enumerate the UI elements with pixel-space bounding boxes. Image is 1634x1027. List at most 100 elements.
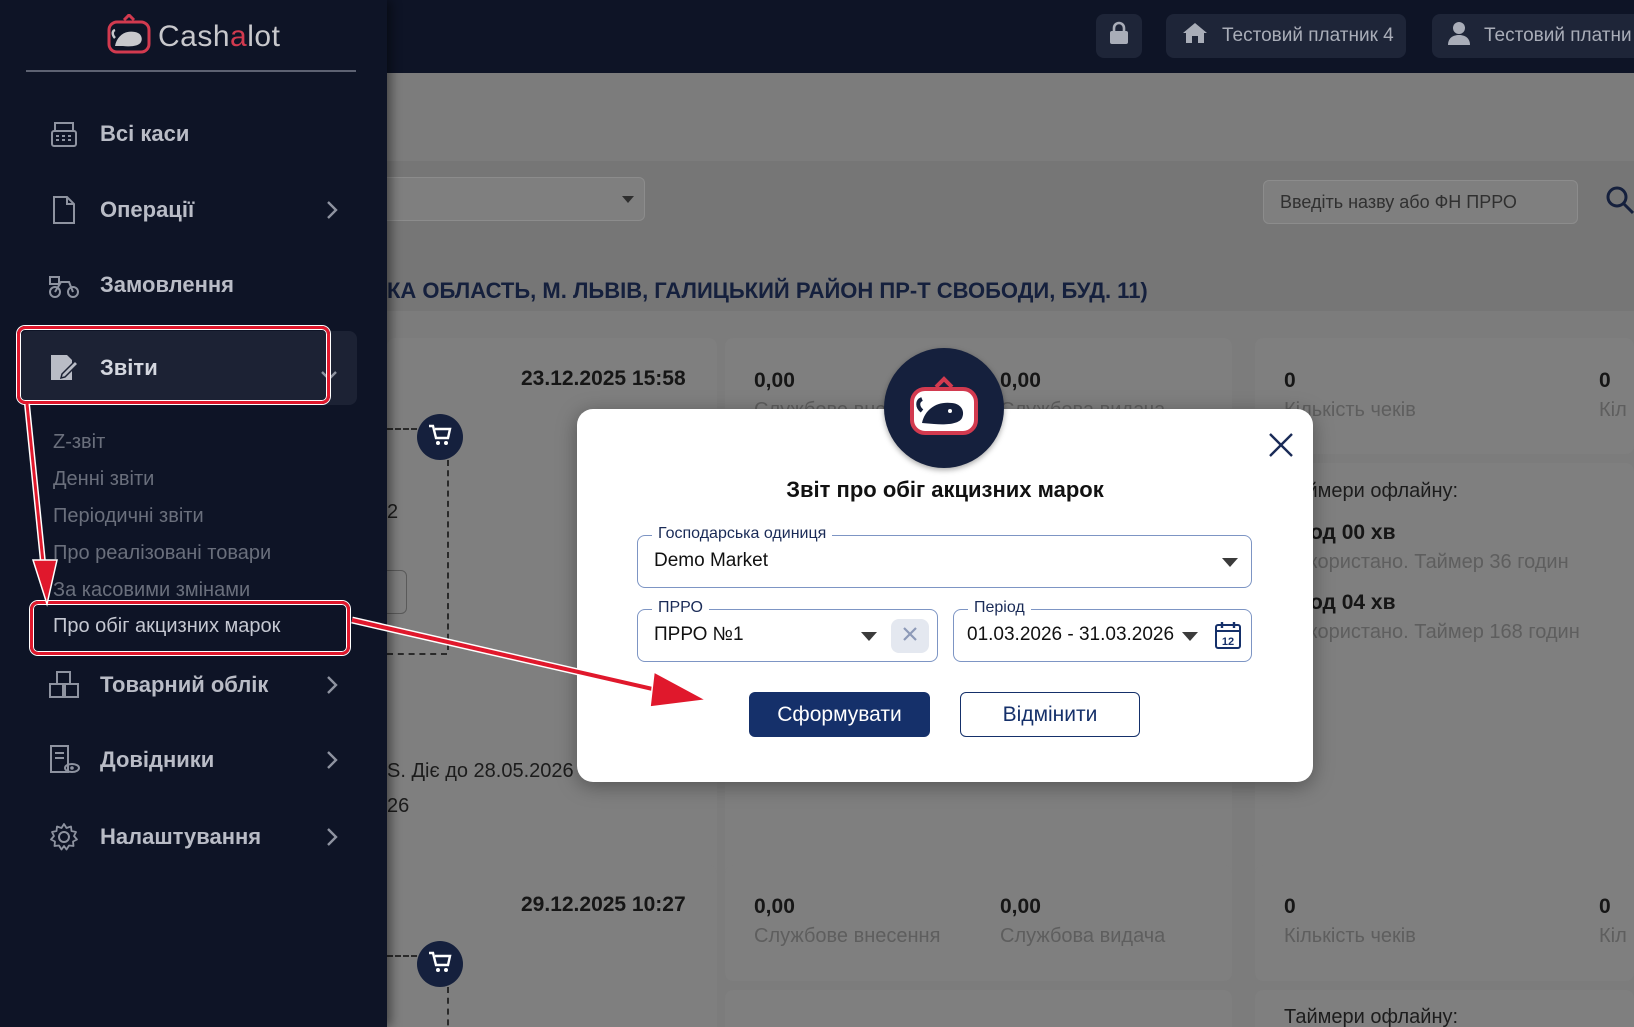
checks-label: Кількість чеків [1284,925,1416,947]
reports-submenu-shifts[interactable]: За касовими змінами [53,579,250,602]
search-input[interactable]: Введіть назву або ФН ПРРО [1263,180,1578,224]
divider [387,955,417,957]
extra-value: 0 [1599,369,1611,392]
business-unit-value: Demo Market [654,550,769,571]
user-label: Тестовий платни [1484,25,1632,46]
deposit-value: 0,00 [754,895,795,918]
license-validity: S. Діє до 28.05.2026 [387,760,574,782]
deposit-label: Службове внесення [754,925,941,947]
fragment-text: 2 [387,501,399,523]
store-address: КА ОБЛАСТЬ, М. ЛЬВІВ, ГАЛИЦЬКИЙ РАЙОН ПР… [387,278,1148,303]
checks-value: 0 [1284,895,1296,918]
catalog-icon [48,744,80,776]
withdraw-label: Службова видача [1000,925,1166,947]
dialog-title: Звіт про обіг акцизних марок [786,477,1104,502]
close-icon[interactable] [1265,429,1297,461]
cart-icon [428,951,452,978]
checks-stats-card [1255,865,1634,981]
period-value: 01.03.2026 - 31.03.2026 [967,624,1175,645]
divider [447,460,449,650]
sidebar-item-directories[interactable]: Довідники [48,738,338,782]
sidebar: Cashalot Всі каси Операції Замовлення Зв… [0,0,387,1027]
offline-timer-2-note: Використано. Таймер 168 годин [1284,621,1580,643]
business-unit-select[interactable]: Господарська одиниця Demo Market [637,525,1252,588]
period-picker[interactable]: Період 01.03.2026 - 31.03.2026 12 [953,599,1252,662]
withdraw-value: 0,00 [1000,895,1041,918]
sidebar-item-inventory[interactable]: Товарний облік [48,663,338,707]
search-icon[interactable] [1605,185,1634,220]
brand-name: Cashalot [158,19,281,53]
extra-label: Кіл [1599,399,1627,421]
period-label: Період [968,599,1031,617]
deposit-value: 0,00 [754,369,795,392]
cash-stats-card-lower [725,990,1232,1027]
cart-button[interactable] [417,414,463,460]
whale-logo-icon [908,375,980,442]
generate-button[interactable]: Сформувати [749,692,930,737]
checks-value: 0 [1284,369,1296,392]
lock-icon [1109,21,1129,51]
offline-timers-title: Таймери офлайну: [1284,1006,1459,1027]
svg-text:12: 12 [1222,636,1234,648]
calendar-icon[interactable]: 12 [1214,620,1242,655]
sidebar-item-label: Операції [100,197,195,222]
chevron-right-icon [326,827,338,853]
delivery-bike-icon [48,269,80,301]
extra-value: 0 [1599,895,1611,918]
filter-select[interactable] [387,177,645,221]
shift-datetime: 29.12.2025 10:27 [521,893,686,916]
sidebar-item-settings[interactable]: Налаштування [48,815,338,859]
divider [387,428,417,430]
document-icon [48,194,80,226]
sidebar-item-operations[interactable]: Операції [48,188,338,232]
gear-icon [48,821,80,853]
sidebar-item-label: Товарний облік [100,672,269,697]
license-validity-2: 26 [387,795,410,817]
extra-label: Кіл [1599,925,1627,947]
chevron-down-icon [1222,558,1238,567]
reports-submenu-sold-goods[interactable]: Про реалізовані товари [53,542,271,565]
clear-icon [902,626,918,647]
cash-stats-card [725,865,1232,981]
payer-button[interactable]: Тестовий платник 4 [1166,14,1406,58]
chevron-right-icon [326,200,338,226]
cash-register-icon [48,118,80,150]
divider [447,987,449,1027]
reports-submenu-periodic[interactable]: Періодичні звіти [53,505,204,528]
dialog-logo-badge [884,348,1004,468]
clear-button[interactable] [891,619,929,653]
annotation-highlight-excise [30,601,350,655]
reports-submenu-daily[interactable]: Денні звіти [53,468,154,491]
offline-timer-1-note: Використано. Таймер 36 годин [1284,551,1569,573]
divider [387,653,447,655]
lock-button[interactable] [1096,14,1142,58]
shift-datetime: 23.12.2025 15:58 [521,367,686,390]
brand-logo[interactable]: Cashalot [106,12,281,59]
chevron-down-icon [622,196,634,203]
reports-submenu-z-report[interactable]: Z-звіт [53,431,105,454]
sidebar-item-label: Довідники [100,747,215,772]
chevron-right-icon [326,750,338,776]
cancel-button[interactable]: Відмінити [960,692,1140,737]
whale-logo-icon [106,12,152,59]
prro-select[interactable]: ПРРО ПРРО №1 [637,599,938,662]
chevron-down-icon [1182,632,1198,641]
withdraw-value: 0,00 [1000,369,1041,392]
prro-label: ПРРО [652,599,709,617]
user-button[interactable]: Тестовий платни [1432,14,1634,58]
payer-label: Тестовий платник 4 [1222,25,1394,46]
annotation-highlight-reports [17,326,330,404]
sidebar-item-label: Налаштування [100,824,262,849]
chevron-right-icon [326,675,338,701]
chevron-down-icon [861,632,877,641]
user-icon [1448,21,1470,51]
home-icon [1182,21,1208,51]
sidebar-item-orders[interactable]: Замовлення [48,263,338,307]
fragment-box [387,570,407,614]
sidebar-item-label: Всі каси [100,121,190,146]
sidebar-item-all-cashes[interactable]: Всі каси [48,112,338,156]
cart-icon [428,424,452,451]
boxes-icon [48,669,80,701]
prro-value: ПРРО №1 [654,624,744,645]
cart-button[interactable] [417,941,463,987]
